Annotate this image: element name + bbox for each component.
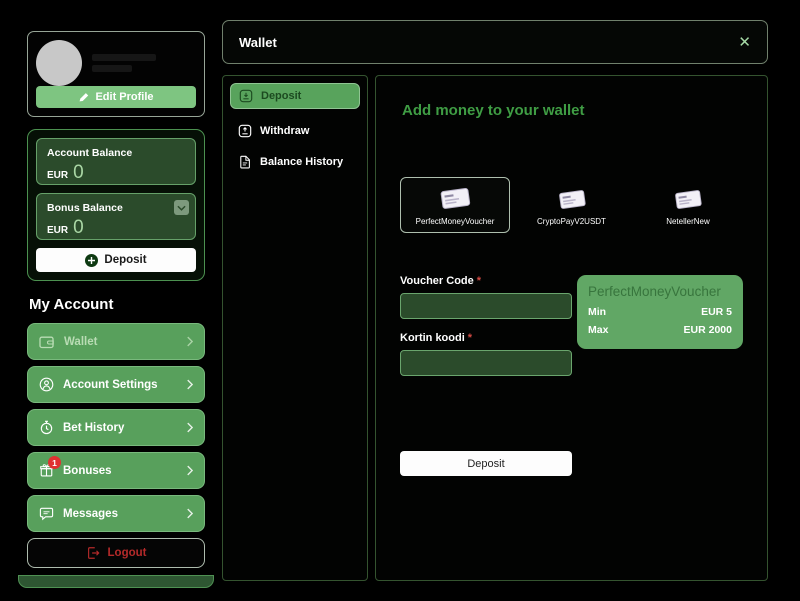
account-balance-value: 0 [73,163,84,182]
credit-card-icon [435,185,475,213]
avatar [36,40,82,86]
balance-panel: Account Balance EUR 0 Bonus Balance EUR … [27,129,205,281]
payment-method-label: PerfectMoneyVoucher [416,217,495,226]
bonus-balance-card: Bonus Balance EUR 0 [36,193,196,240]
account-balance-label: Account Balance [47,147,185,159]
wallet-modal: Wallet ✕ Deposit Withdraw Balance H [222,20,768,581]
modal-header: Wallet ✕ [222,20,768,64]
close-icon[interactable]: ✕ [738,35,751,50]
username-obscured [92,54,156,72]
voucher-code-label: Voucher Code* [400,275,572,287]
sidebar-deposit-label: Deposit [104,254,146,266]
max-label: Max [588,324,608,336]
edit-profile-button[interactable]: Edit Profile [36,86,196,108]
logout-icon [86,546,100,560]
payment-method-cryptopayv2usdt[interactable]: CryptoPayV2USDT [517,177,627,226]
edit-profile-label: Edit Profile [95,91,153,103]
chevron-right-icon [186,336,193,347]
payment-methods: PerfectMoneyVoucher CryptoPayV2USDT Nete… [400,177,743,233]
tab-label: Deposit [261,90,301,102]
wallet-icon [39,335,55,349]
sidebar-item-label: Bet History [63,422,124,434]
sidebar-item-bonuses[interactable]: 1 Bonuses [27,452,205,489]
deposit-icon [239,89,253,103]
gift-icon: 1 [39,463,54,478]
profile-card: Edit Profile [27,31,205,117]
credit-card-icon [554,187,590,213]
document-icon [238,155,252,169]
sidebar-item-label: Messages [63,508,118,520]
currency-label: EUR [47,170,68,181]
sidebar: Edit Profile Account Balance EUR 0 Bonus… [18,28,214,588]
voucher-code-input[interactable] [400,293,572,319]
bonus-balance-value: 0 [73,218,84,237]
payment-method-netellernew[interactable]: NetellerNew [633,177,743,226]
chevron-down-icon[interactable] [174,200,189,215]
person-icon [39,377,54,392]
chevron-right-icon [186,422,193,433]
sidebar-deposit-button[interactable]: Deposit [36,248,196,272]
max-value: EUR 2000 [684,324,732,336]
history-icon [39,420,54,435]
tab-label: Withdraw [260,125,309,137]
plus-circle-icon [85,254,98,267]
tab-label: Balance History [260,156,343,168]
pencil-icon [78,92,89,103]
account-balance-card: Account Balance EUR 0 [36,138,196,185]
sidebar-footer-strip [18,575,214,588]
section-title: My Account [29,296,203,313]
min-value: EUR 5 [701,306,732,318]
deposit-form: Voucher Code* Kortin koodi* Deposit [400,275,572,476]
tab-withdraw[interactable]: Withdraw [230,117,360,145]
wallet-tabs: Deposit Withdraw Balance History [222,75,368,581]
logout-label: Logout [108,547,147,559]
deposit-panel: Add money to your wallet PerfectMoneyVou… [375,75,768,581]
tab-deposit[interactable]: Deposit [230,83,360,109]
logout-button[interactable]: Logout [27,538,205,568]
required-asterisk: * [468,332,472,344]
limits-title: PerfectMoneyVoucher [588,284,732,299]
bonuses-badge: 1 [48,456,61,469]
sidebar-item-messages[interactable]: Messages [27,495,205,532]
tab-balance-history[interactable]: Balance History [230,148,360,176]
modal-title: Wallet [239,35,277,50]
deposit-submit-button[interactable]: Deposit [400,451,572,476]
sidebar-item-account-settings[interactable]: Account Settings [27,366,205,403]
sidebar-item-label: Bonuses [63,465,112,477]
chat-icon [39,506,54,521]
currency-label: EUR [47,225,68,236]
chevron-right-icon [186,379,193,390]
sidebar-item-label: Account Settings [63,379,158,391]
sidebar-item-label: Wallet [64,336,97,348]
sidebar-item-bet-history[interactable]: Bet History [27,409,205,446]
chevron-right-icon [186,508,193,519]
chevron-right-icon [186,465,193,476]
withdraw-icon [238,124,252,138]
payment-method-perfectmoneyvoucher[interactable]: PerfectMoneyVoucher [400,177,510,233]
required-asterisk: * [477,275,481,287]
payment-method-label: NetellerNew [666,217,710,226]
credit-card-icon [670,187,706,213]
payment-limits-box: PerfectMoneyVoucher Min EUR 5 Max EUR 20… [577,275,743,349]
sidebar-item-wallet[interactable]: Wallet [27,323,205,360]
panel-heading: Add money to your wallet [402,102,743,119]
payment-method-label: CryptoPayV2USDT [537,217,606,226]
bonus-balance-label: Bonus Balance [47,202,185,214]
min-label: Min [588,306,606,318]
kortin-koodi-input[interactable] [400,350,572,376]
kortin-koodi-label: Kortin koodi* [400,332,572,344]
